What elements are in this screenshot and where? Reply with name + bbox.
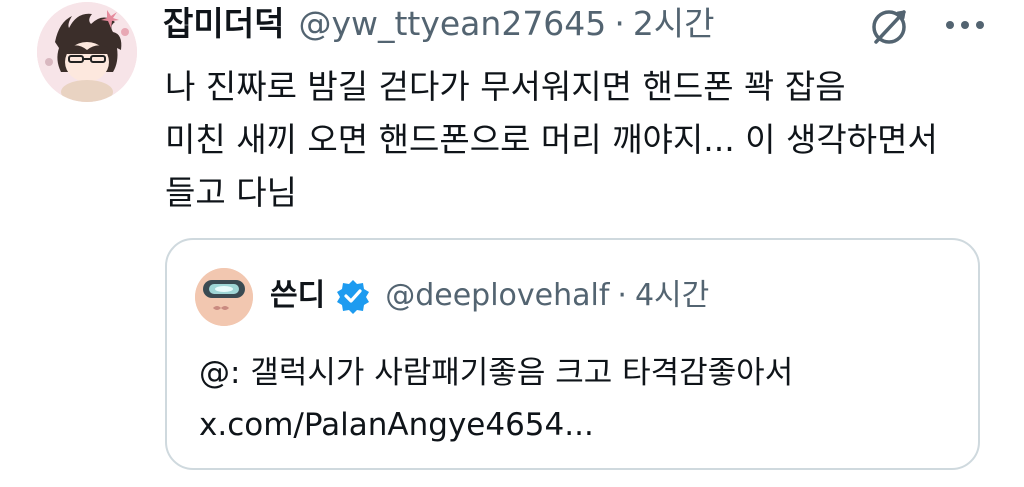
header-separator: · (614, 4, 625, 43)
tweet-timestamp[interactable]: 2시간 (633, 4, 715, 44)
tweet-text-line: 미친 새끼 오면 핸드폰으로 머리 깨야지... 이 생각하면서 (165, 120, 938, 159)
quoted-author-handle[interactable]: @deeplovehalf (385, 276, 609, 316)
quoted-author-avatar[interactable] (195, 268, 253, 326)
author-handle[interactable]: @yw_ttyean27645 (298, 4, 606, 44)
tweet-header: 잡미더덕 @yw_ttyean27645 · 2시간 (163, 4, 715, 44)
quoted-tweet-timestamp[interactable]: 4시간 (635, 276, 709, 316)
quoted-author-display-name[interactable]: 쓴디 (270, 276, 325, 316)
more-options-icon[interactable] (940, 10, 990, 40)
quoted-text-line: @: 갤럭시가 사람패기좋음 크고 타격감좋아서 (199, 355, 794, 391)
author-avatar[interactable] (37, 2, 137, 102)
quoted-header-separator: · (617, 278, 627, 313)
tweet-text-line: 들고 다님 (165, 173, 297, 212)
tweet-text-line: 나 진짜로 밤길 걷다가 무서워지면 핸드폰 꽉 잡음 (165, 67, 846, 106)
quoted-tweet-header: 쓴디 @deeplovehalf · 4시간 (270, 276, 709, 316)
quoted-link[interactable]: x.com/PalanAngye4654... (199, 399, 793, 451)
grok-icon[interactable] (868, 4, 912, 48)
quoted-tweet-card[interactable]: 쓴디 @deeplovehalf · 4시간 @: 갤럭시가 사람패기좋음 크고… (165, 238, 980, 470)
verified-badge-icon (335, 278, 371, 314)
quoted-tweet-body: @: 갤럭시가 사람패기좋음 크고 타격감좋아서 x.com/PalanAngy… (199, 347, 793, 451)
tweet-body: 나 진짜로 밤길 걷다가 무서워지면 핸드폰 꽉 잡음 미친 새끼 오면 핸드폰… (165, 60, 1005, 219)
author-display-name[interactable]: 잡미더덕 (163, 4, 284, 44)
